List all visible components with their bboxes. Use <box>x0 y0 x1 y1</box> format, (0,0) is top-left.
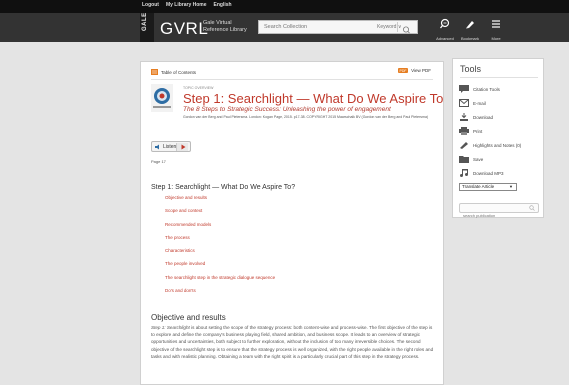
download-mp3-button[interactable]: Download MP3 <box>459 169 504 177</box>
section-link[interactable]: Recommended models <box>165 222 275 235</box>
highlights-label: Highlights and Notes (0) <box>473 142 522 148</box>
toc-label: Table of Contents <box>161 69 197 75</box>
top-bar: Logout My Library Home English <box>0 0 569 13</box>
folder-icon <box>459 156 469 163</box>
bookmark-button[interactable]: Bookmark <box>459 17 481 41</box>
header-divider <box>151 79 433 80</box>
advanced-search-icon <box>439 18 450 29</box>
gvrl-logo[interactable]: GVRL <box>160 19 208 39</box>
translate-label: Translate Article <box>462 184 495 189</box>
advanced-label: Advanced <box>436 36 454 41</box>
play-icon <box>181 144 186 150</box>
gvrl-subtitle: Gale Virtual Reference Library <box>203 20 247 33</box>
advanced-search-button[interactable]: Advanced <box>434 17 456 41</box>
more-button[interactable]: More <box>485 17 507 41</box>
section-link[interactable]: Do's and don'ts <box>165 288 275 301</box>
dropdown-arrow-icon: ▼ <box>509 184 513 189</box>
document-panel: Table of Contents PDF View PDF TOPIC OVE… <box>140 61 444 385</box>
section-link[interactable]: The process <box>165 235 275 248</box>
page-title: Step 1: Searchlight — What Do We Aspire … <box>183 91 444 106</box>
email-label: E-mail <box>473 100 486 106</box>
search-icon <box>403 26 410 34</box>
tools-divider <box>460 77 538 78</box>
citation-text: Gordon van der Berg and Paul Pietersma. … <box>183 115 429 119</box>
book-cover-thumbnail <box>151 84 173 112</box>
citation-tools-label: Citation Tools <box>473 86 500 92</box>
section-link[interactable]: Scope and context <box>165 208 275 221</box>
page-number: Page 17 <box>151 159 166 164</box>
language-link[interactable]: English <box>214 2 232 8</box>
objective-lead: Step 1: Searchlight <box>151 325 190 330</box>
section-links: Objective and results Scope and context … <box>165 195 275 301</box>
tools-panel: Tools Citation Tools E-mail Download Pri… <box>452 58 544 220</box>
save-button[interactable]: Save <box>459 155 483 163</box>
speaker-icon <box>155 144 159 149</box>
section-link[interactable]: Characteristics <box>165 248 275 261</box>
search-input[interactable] <box>259 21 369 33</box>
logout-link[interactable]: Logout <box>142 2 159 8</box>
gale-label: GALE <box>142 12 148 31</box>
view-pdf-label: View PDF <box>411 68 431 73</box>
highlights-notes-button[interactable]: Highlights and Notes (0) <box>459 141 521 149</box>
citation-icon <box>459 85 469 93</box>
highlight-icon <box>460 142 468 149</box>
more-label: More <box>491 36 501 41</box>
translate-select[interactable]: Translate Article ▼ <box>459 183 517 191</box>
pdf-icon: PDF <box>398 68 409 73</box>
download-mp3-label: Download MP3 <box>473 170 504 176</box>
publication-search-box <box>459 203 539 220</box>
bookmark-label: Bookmark <box>460 36 479 41</box>
play-button[interactable] <box>176 143 188 151</box>
print-label: Print <box>473 128 483 134</box>
search-icon[interactable] <box>529 205 535 211</box>
download-button[interactable]: Download <box>459 113 493 121</box>
table-of-contents-link[interactable]: Table of Contents <box>151 69 196 75</box>
search-button[interactable] <box>397 22 414 34</box>
section-link[interactable]: The searchlight step in the strategic di… <box>165 275 275 288</box>
toc-icon <box>151 69 158 75</box>
objective-body: is about setting the scope of the strate… <box>151 325 434 359</box>
email-button[interactable]: E-mail <box>459 99 486 107</box>
section-link[interactable]: The people involved <box>165 261 275 274</box>
music-note-icon <box>460 169 468 177</box>
publication-search-input[interactable] <box>460 211 526 220</box>
bookmark-icon <box>466 21 474 29</box>
objective-heading: Objective and results <box>151 313 226 322</box>
gale-tab[interactable]: GALE <box>140 12 154 42</box>
print-icon <box>459 127 469 135</box>
tools-heading: Tools <box>460 64 482 74</box>
listen-label: Listen <box>163 143 177 150</box>
download-label: Download <box>473 114 494 120</box>
email-icon <box>459 99 469 107</box>
search-box: Keyword ∨ <box>258 20 418 34</box>
book-subtitle[interactable]: The 8 Steps to Strategic Success: Unleas… <box>183 106 391 113</box>
svg-text:PDF: PDF <box>400 69 407 73</box>
view-pdf-button[interactable]: PDF View PDF <box>398 67 431 74</box>
breadcrumb: TOPIC OVERVIEW <box>183 86 214 90</box>
objective-paragraph: Step 1: Searchlight is about setting the… <box>151 324 435 360</box>
top-links: Logout My Library Home English <box>142 2 232 8</box>
my-library-home-link[interactable]: My Library Home <box>166 2 207 8</box>
download-icon <box>460 113 468 121</box>
save-label: Save <box>473 156 484 162</box>
print-button[interactable]: Print <box>459 127 482 135</box>
more-icon <box>492 20 500 28</box>
listen-button[interactable]: Listen <box>151 141 191 152</box>
section-heading: Step 1: Searchlight — What Do We Aspire … <box>151 184 296 191</box>
section-link[interactable]: Objective and results <box>165 195 275 208</box>
citation-tools-button[interactable]: Citation Tools <box>459 85 500 93</box>
